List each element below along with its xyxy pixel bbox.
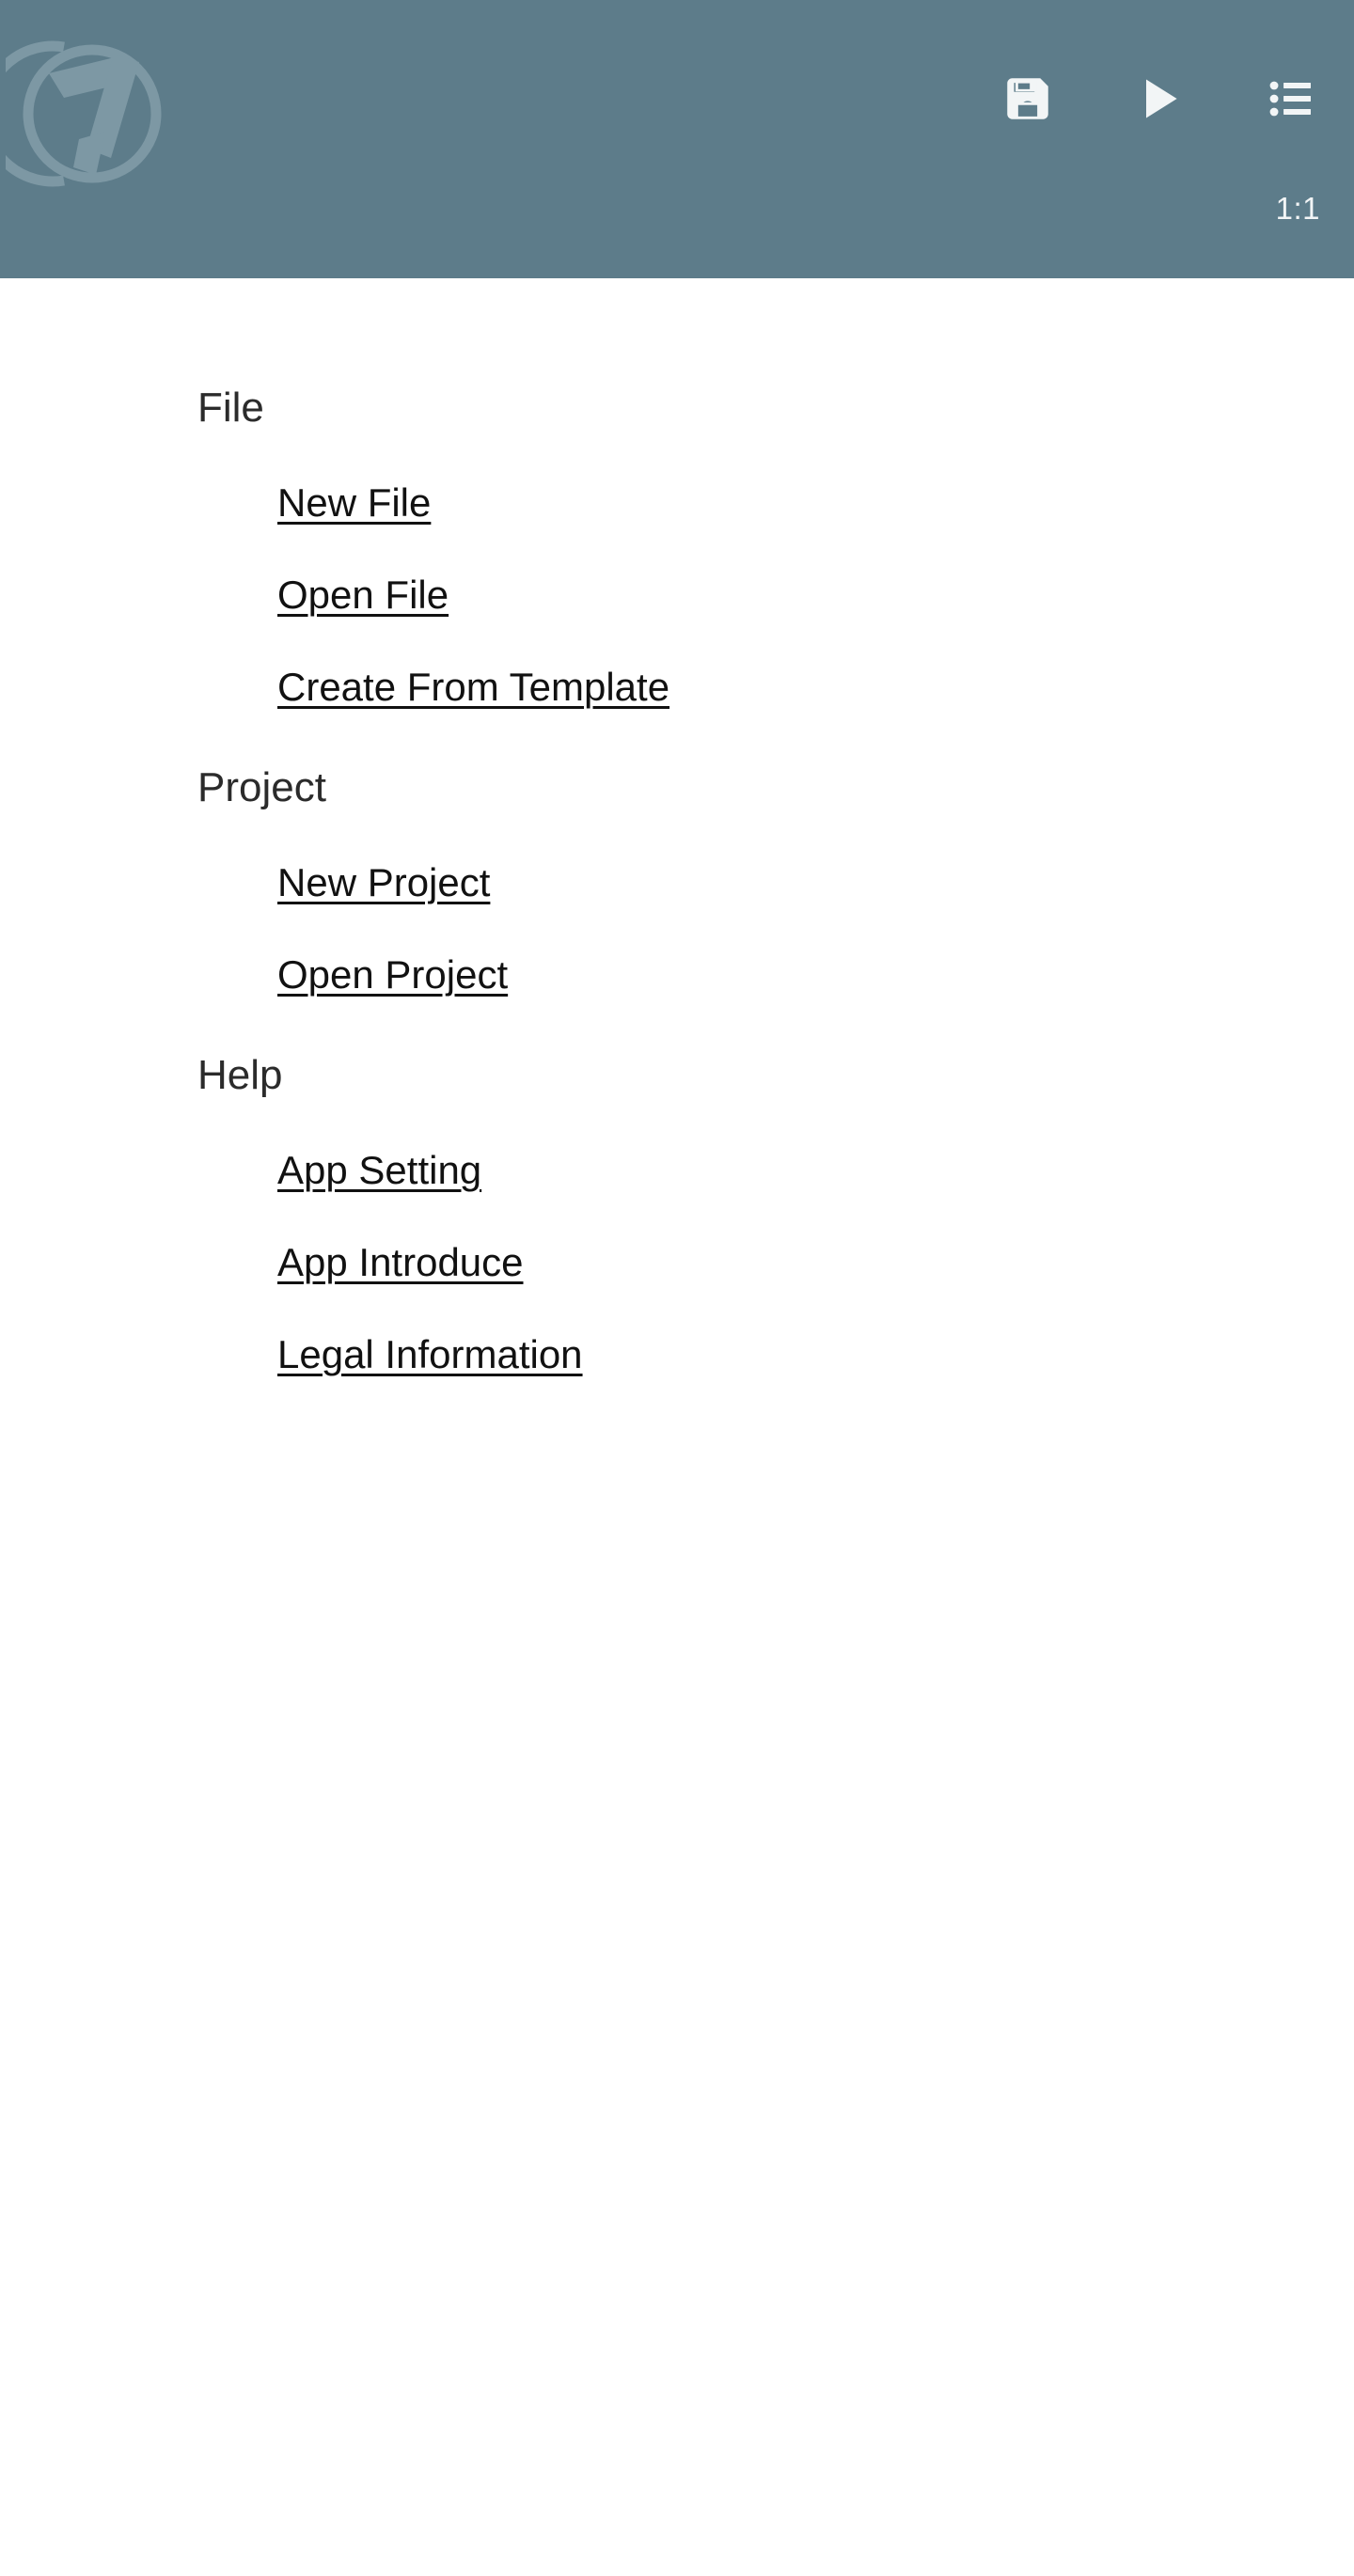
menu-item-app-introduce[interactable]: App Introduce bbox=[0, 1217, 1354, 1309]
app-bar-toolbar bbox=[993, 64, 1326, 134]
menu-item-label[interactable]: New File bbox=[277, 480, 431, 525]
section-title-help: Help bbox=[197, 1052, 283, 1098]
menu-section-file: File New File Open File Create From Temp… bbox=[0, 353, 1354, 733]
list-icon bbox=[1265, 72, 1317, 125]
play-icon bbox=[1133, 72, 1186, 125]
menu-item-legal-information[interactable]: Legal Information bbox=[0, 1309, 1354, 1401]
menu-button[interactable] bbox=[1256, 64, 1326, 134]
menu-item-open-file[interactable]: Open File bbox=[0, 549, 1354, 641]
save-icon bbox=[1000, 71, 1055, 126]
section-title-file: File bbox=[197, 385, 264, 431]
menu-item-label[interactable]: App Setting bbox=[277, 1148, 481, 1192]
menu-item-label[interactable]: New Project bbox=[277, 860, 490, 904]
menu-item-label[interactable]: Open Project bbox=[277, 952, 508, 997]
menu-item-create-from-template[interactable]: Create From Template bbox=[0, 641, 1354, 733]
main-menu: File New File Open File Create From Temp… bbox=[0, 278, 1354, 1401]
menu-item-new-file[interactable]: New File bbox=[0, 457, 1354, 549]
menu-item-new-project[interactable]: New Project bbox=[0, 837, 1354, 929]
menu-item-open-project[interactable]: Open Project bbox=[0, 929, 1354, 1021]
run-button[interactable] bbox=[1125, 64, 1194, 134]
app-logo-watermark bbox=[0, 34, 165, 194]
menu-item-app-setting[interactable]: App Setting bbox=[0, 1124, 1354, 1217]
section-title-project: Project bbox=[197, 764, 326, 810]
menu-item-label[interactable]: Open File bbox=[277, 573, 449, 617]
save-button[interactable] bbox=[993, 64, 1063, 134]
menu-item-label[interactable]: Create From Template bbox=[277, 665, 669, 709]
menu-item-label[interactable]: App Introduce bbox=[277, 1240, 524, 1284]
menu-section-help: Help App Setting App Introduce Legal Inf… bbox=[0, 1021, 1354, 1401]
app-bar: 1:1 bbox=[0, 0, 1354, 278]
menu-section-project: Project New Project Open Project bbox=[0, 733, 1354, 1021]
menu-item-label[interactable]: Legal Information bbox=[277, 1332, 583, 1376]
zoom-ratio-label: 1:1 bbox=[1275, 191, 1320, 226]
